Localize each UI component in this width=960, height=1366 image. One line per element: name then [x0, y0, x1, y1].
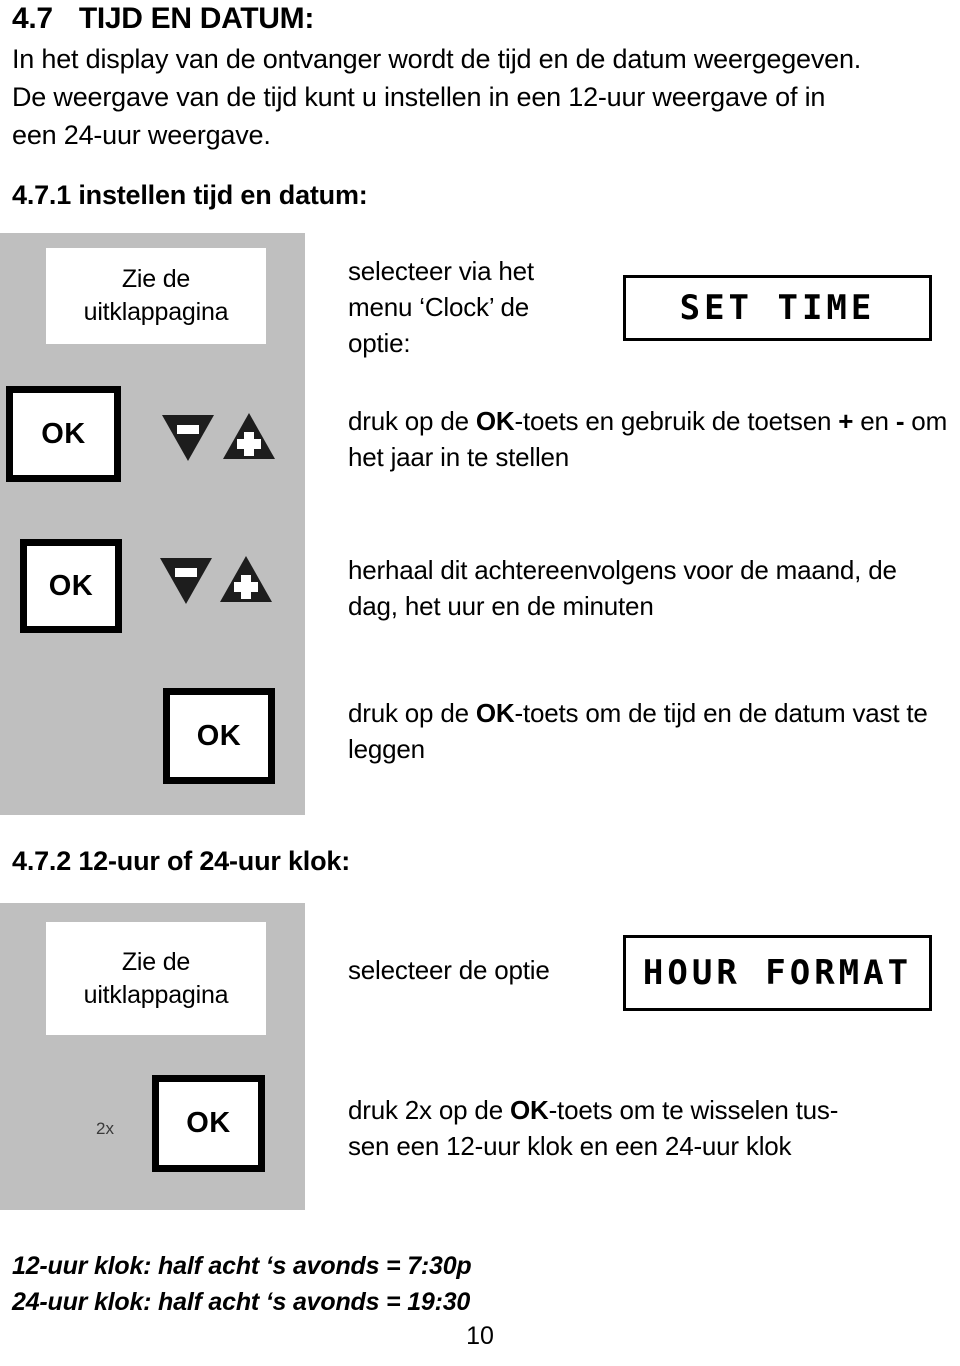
ok-button-row-3[interactable]: OK — [20, 539, 122, 633]
see-foldout-card-1: Zie de uitklappagina — [46, 248, 266, 344]
lcd-display-hour-format: HOUR FORMAT — [623, 935, 932, 1011]
ok-button-label: OK — [48, 569, 94, 602]
lcd-display-set-time: SET TIME — [623, 275, 932, 341]
intro-paragraph: In het display van de ontvanger wordt de… — [12, 40, 952, 154]
ok-button-label: OK — [186, 1107, 231, 1139]
lcd-text-set-time: SET TIME — [679, 288, 876, 328]
instr-ok-bold: OK — [475, 406, 515, 436]
section-heading: 4.7 TIJD EN DATUM: — [12, 2, 314, 36]
repeat-count-label: 2x — [96, 1119, 114, 1138]
ok-button-row-hour-format[interactable]: OK — [152, 1075, 265, 1172]
footer-notes: 12-uur klok: half acht ‘s avonds = 7:30p… — [12, 1248, 472, 1320]
intro-line-3: een 24-uur weergave. — [12, 120, 271, 150]
instruction-toggle-hour-format: druk 2x op de OK-toets om te wisselen tu… — [348, 1092, 948, 1164]
instr-part-b: -toets om te wisselen tus- — [548, 1095, 839, 1125]
instr-part-b: -toets en gebruik de toetsen — [514, 406, 839, 436]
plus-triangle-up-icon[interactable] — [221, 412, 277, 462]
page-number: 10 — [466, 1322, 494, 1350]
footer-note-12h: 12-uur klok: half acht ‘s avonds = 7:30p — [12, 1252, 472, 1280]
intro-line-2: De weergave van de tijd kunt u instellen… — [12, 82, 826, 112]
minus-triangle-down-icon[interactable] — [158, 555, 214, 605]
instr-ok-bold: OK — [475, 698, 515, 728]
footer-note-24h: 24-uur klok: half acht ‘s avonds = 19:30 — [12, 1288, 471, 1316]
see-foldout-label: Zie de uitklappagina — [83, 947, 229, 1009]
instruction-repeat-month-day: herhaal dit achtereenvolgens voor de maa… — [348, 555, 897, 621]
instr-ok-bold: OK — [509, 1095, 549, 1125]
instruction-confirm-time-date: druk op de OK-toets om de tijd en de dat… — [348, 695, 948, 767]
ok-button-row-2[interactable]: OK — [6, 386, 121, 482]
instr-part-a: druk op de — [348, 698, 476, 728]
see-foldout-card-2: Zie de uitklappagina — [46, 922, 266, 1035]
subsection-1-heading: 4.7.1 instellen tijd en datum: — [12, 180, 368, 210]
ok-button-row-4[interactable]: OK — [163, 688, 275, 784]
manual-page: 4.7 TIJD EN DATUM: In het display van de … — [0, 0, 960, 1366]
ok-button-label: OK — [41, 417, 86, 450]
instr-part-c: en — [853, 406, 896, 436]
see-foldout-label: Zie de uitklappagina — [83, 265, 229, 326]
instr-part-a: druk op de — [348, 406, 476, 436]
instr-part-c: sen een 12-uur klok en een 24-uur klok — [348, 1131, 792, 1161]
lcd-text-hour-format: HOUR FORMAT — [642, 953, 913, 993]
ok-button-label: OK — [196, 719, 242, 752]
instr-minus-bold: - — [895, 406, 905, 436]
instruction-press-ok-year: druk op de OK-toets en gebruik de toetse… — [348, 403, 948, 475]
instr-plus-bold: + — [838, 406, 854, 436]
intro-line-1: In het display van de ontvanger wordt de… — [12, 44, 862, 74]
minus-triangle-down-icon[interactable] — [160, 412, 216, 462]
section-number: 4.7 — [12, 2, 53, 35]
section-title: TIJD EN DATUM: — [78, 2, 315, 35]
plus-triangle-up-icon[interactable] — [218, 555, 274, 605]
instruction-select-option: selecteer de optie — [348, 955, 550, 985]
instruction-select-clock-menu: selecteer via het menu ‘Clock’ de optie: — [348, 256, 534, 358]
subsection-2-heading: 4.7.2 12-uur of 24-uur klok: — [12, 846, 350, 876]
instr-part-a: druk 2x op de — [348, 1095, 510, 1125]
